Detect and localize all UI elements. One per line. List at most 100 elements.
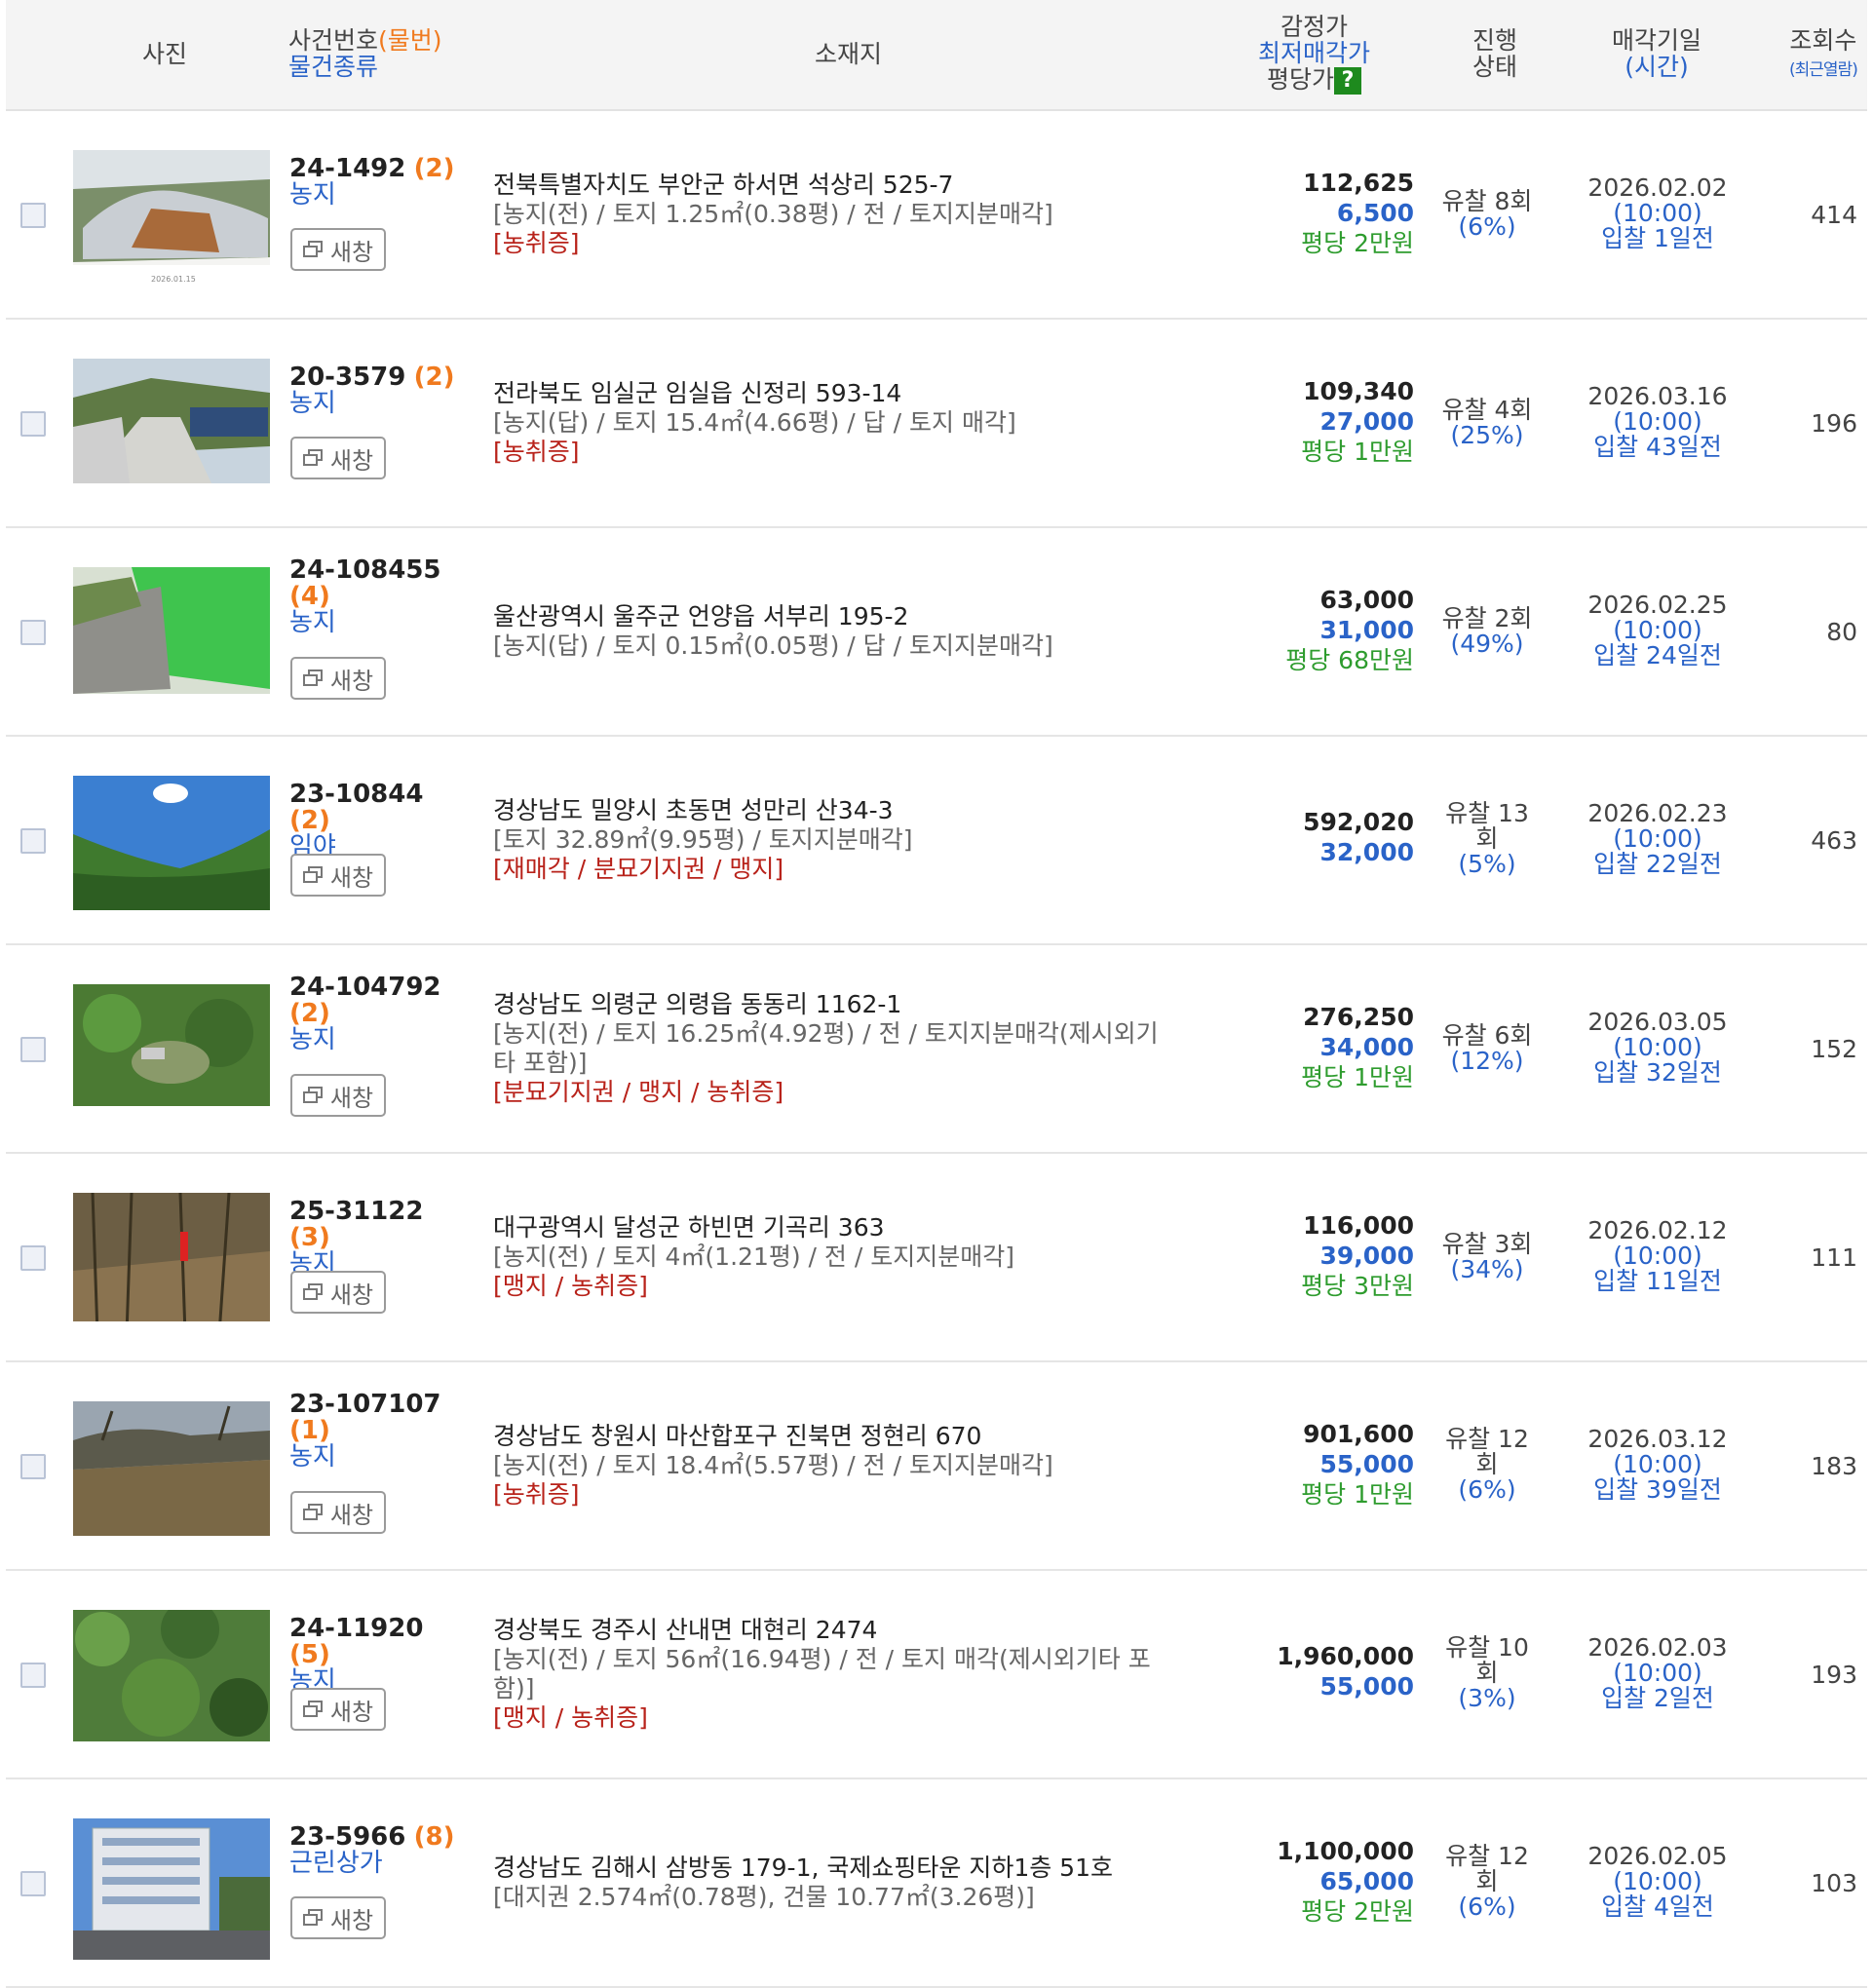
property-detail: [농지(답) / 토지 0.15㎡(0.05평) / 답 / 토지지분매각] bbox=[493, 631, 1053, 660]
new-window-button[interactable]: 새창 bbox=[290, 437, 386, 479]
row-checkbox[interactable] bbox=[20, 411, 46, 437]
new-window-icon bbox=[302, 1087, 325, 1104]
table-row[interactable]: 2026.01.15 24-1492 (2) 농지 새창 전북특별자치도 부안군 하서면… bbox=[6, 111, 1867, 320]
case-number[interactable]: 24-104792 bbox=[289, 973, 441, 1002]
case-number[interactable]: 24-108455 bbox=[289, 555, 441, 585]
property-photo[interactable] bbox=[73, 567, 270, 708]
address[interactable]: 대구광역시 달성군 하빈면 기곡리 363 bbox=[493, 1213, 1195, 1242]
progress-status: 유찰 6회 (12%) bbox=[1429, 1023, 1546, 1074]
failed-bid-count: 유찰 8회 bbox=[1441, 187, 1533, 215]
new-window-icon bbox=[302, 669, 325, 687]
location-info: 울산광역시 울주군 언양읍 서부리 195-2 [농지(답) / 토지 0.15㎡… bbox=[493, 602, 1195, 661]
address[interactable]: 경상남도 김해시 삼방동 179-1, 국제쇼핑타운 지하1층 51호 bbox=[493, 1854, 1195, 1883]
property-photo[interactable] bbox=[73, 1610, 270, 1751]
price-info: 1,100,000 65,000 평당 2만원 bbox=[1200, 1836, 1414, 1927]
new-window-button[interactable]: 새창 bbox=[290, 1074, 386, 1117]
auction-list-page: 사진 사건번호(물번) 물건종류 소재지 감정가 최저매각가 평당가? 진행 상… bbox=[0, 0, 1873, 1988]
table-row[interactable]: 23-5966 (8) 근린상가새창 경상남도 김해시 삼방동 179-1, 국제쇼… bbox=[6, 1779, 1867, 1988]
sale-date-info: 2026.03.05 (10:00) 입찰 32일전 bbox=[1565, 1010, 1750, 1086]
header-date-label[interactable]: 매각기일 bbox=[1612, 26, 1701, 55]
new-window-icon bbox=[302, 866, 325, 884]
new-window-icon bbox=[302, 1504, 325, 1521]
header-location[interactable]: 소재지 bbox=[815, 41, 882, 67]
property-tags: [농취증] bbox=[493, 1480, 580, 1509]
sale-date-info: 2026.02.23 (10:00) 입찰 22일전 bbox=[1565, 801, 1750, 877]
item-count: (8) bbox=[413, 1822, 455, 1852]
case-number[interactable]: 23-5966 bbox=[289, 1822, 405, 1852]
case-number[interactable]: 24-1492 bbox=[289, 154, 405, 183]
header-time-label[interactable]: (시간) bbox=[1625, 53, 1689, 81]
property-photo[interactable] bbox=[73, 984, 270, 1126]
row-checkbox[interactable] bbox=[20, 620, 46, 645]
address[interactable]: 전라북도 임실군 임실읍 신정리 593-14 bbox=[493, 379, 1195, 408]
new-window-button[interactable]: 새창 bbox=[290, 1896, 386, 1939]
row-checkbox[interactable] bbox=[20, 1871, 46, 1896]
case-number[interactable]: 23-10844 bbox=[289, 780, 423, 809]
table-row[interactable]: 20-3579 (2) 농지새창 전라북도 임실군 임실읍 신정리 593-14 [농… bbox=[6, 320, 1867, 528]
new-window-button[interactable]: 새창 bbox=[290, 1491, 386, 1534]
sale-time: (10:00) bbox=[1613, 1867, 1702, 1895]
case-info: 24-104792 (2) 농지 bbox=[289, 975, 465, 1053]
new-window-button[interactable]: 새창 bbox=[290, 1688, 386, 1731]
address[interactable]: 울산광역시 울주군 언양읍 서부리 195-2 bbox=[493, 602, 1195, 631]
case-info: 24-11920 (5) 농지 bbox=[289, 1616, 465, 1695]
property-photo[interactable] bbox=[73, 1401, 270, 1543]
table-row[interactable]: 23-10844 (2) 임야 새창 경상남도 밀양시 초동면 성만리 산34-3 [토… bbox=[6, 737, 1867, 945]
address[interactable]: 전북특별자치도 부안군 하서면 석상리 525-7 bbox=[493, 171, 1195, 200]
table-row[interactable]: 24-11920 (5) 농지 새창 경상북도 경주시 산내면 대현리 2474 [농지… bbox=[6, 1571, 1867, 1779]
address[interactable]: 경상남도 의령군 의령읍 동동리 1162-1 bbox=[493, 990, 1195, 1019]
header-views: 조회수 (최근열람) bbox=[1789, 26, 1858, 84]
property-tags: [농취증] bbox=[493, 438, 580, 466]
table-row[interactable]: 24-108455 (4) 농지 새창 울산광역시 울주군 언양읍 서부리 195-2[… bbox=[6, 528, 1867, 737]
new-window-button[interactable]: 새창 bbox=[290, 657, 386, 700]
days-remaining: 입찰 39일전 bbox=[1593, 1475, 1722, 1504]
location-info: 경상남도 김해시 삼방동 179-1, 국제쇼핑타운 지하1층 51호 [대지권 … bbox=[493, 1854, 1195, 1912]
sale-time: (10:00) bbox=[1613, 1242, 1702, 1270]
sale-time: (10:00) bbox=[1613, 1659, 1702, 1687]
property-detail: [농지(전) / 토지 4㎡(1.21평) / 전 / 토지지분매각] bbox=[493, 1242, 1014, 1271]
item-count: (2) bbox=[413, 363, 455, 392]
case-number[interactable]: 24-11920 bbox=[289, 1614, 423, 1643]
days-remaining: 입찰 32일전 bbox=[1593, 1058, 1722, 1087]
new-window-button[interactable]: 새창 bbox=[290, 228, 386, 271]
case-info: 20-3579 (2) 농지 bbox=[289, 364, 465, 417]
progress-status: 유찰 13 회 (5%) bbox=[1429, 801, 1546, 877]
view-count: 80 bbox=[1826, 618, 1857, 646]
row-checkbox[interactable] bbox=[20, 203, 46, 228]
row-checkbox[interactable] bbox=[20, 1245, 46, 1271]
property-photo[interactable] bbox=[73, 776, 270, 917]
property-photo[interactable] bbox=[73, 1818, 270, 1960]
sale-date: 2026.03.12 bbox=[1587, 1425, 1728, 1453]
minimum-price: 6,500 bbox=[1336, 199, 1414, 227]
case-number[interactable]: 25-31122 bbox=[289, 1197, 423, 1226]
help-icon[interactable]: ? bbox=[1334, 67, 1362, 95]
header-views-label[interactable]: 조회수 bbox=[1789, 26, 1856, 55]
header-appraisal[interactable]: 감정가 bbox=[1281, 13, 1348, 41]
days-remaining: 입찰 1일전 bbox=[1601, 224, 1714, 252]
row-checkbox[interactable] bbox=[20, 1663, 46, 1688]
failed-bid-count: 유찰 2회 bbox=[1441, 604, 1533, 632]
new-window-button[interactable]: 새창 bbox=[290, 1271, 386, 1314]
header-recent-view[interactable]: (최근열람) bbox=[1789, 60, 1858, 80]
case-info: 23-5966 (8) 근린상가 bbox=[289, 1824, 465, 1877]
table-row[interactable]: 24-104792 (2) 농지 새창 경상남도 의령군 의령읍 동동리 1162-1[… bbox=[6, 945, 1867, 1154]
header-min-price[interactable]: 최저매각가 bbox=[1258, 39, 1370, 67]
header-item-type[interactable]: 물건종류 bbox=[288, 53, 378, 81]
case-number[interactable]: 23-107107 bbox=[289, 1390, 441, 1419]
table-row[interactable]: 25-31122 (3) 농지 새창 대구광역시 달성군 하빈면 기곡리 363 [농지… bbox=[6, 1154, 1867, 1362]
failed-bid-unit: 회 bbox=[1475, 1867, 1499, 1895]
case-number[interactable]: 20-3579 bbox=[289, 363, 405, 392]
table-row[interactable]: 23-107107 (1) 농지 새창 경상남도 창원시 마산합포구 진북면 정현리 6… bbox=[6, 1362, 1867, 1571]
row-checkbox[interactable] bbox=[20, 1037, 46, 1062]
new-window-label: 새창 bbox=[329, 1698, 374, 1726]
row-checkbox[interactable] bbox=[20, 1454, 46, 1479]
address[interactable]: 경상남도 창원시 마산합포구 진북면 정현리 670 bbox=[493, 1422, 1195, 1451]
address[interactable]: 경상남도 밀양시 초동면 성만리 산34-3 bbox=[493, 796, 1195, 825]
address[interactable]: 경상북도 경주시 산내면 대현리 2474 bbox=[493, 1616, 1195, 1645]
row-checkbox[interactable] bbox=[20, 828, 46, 854]
property-photo[interactable] bbox=[73, 1193, 270, 1334]
property-photo[interactable]: 2026.01.15 bbox=[73, 150, 270, 291]
price-per-pyeong: 평당 1만원 bbox=[1301, 1480, 1414, 1509]
new-window-button[interactable]: 새창 bbox=[290, 854, 386, 897]
property-photo[interactable] bbox=[73, 359, 270, 500]
